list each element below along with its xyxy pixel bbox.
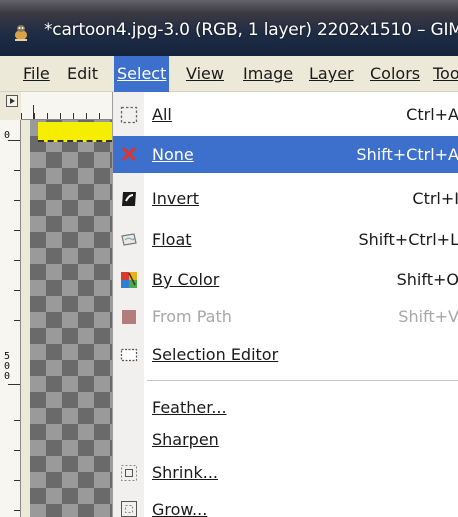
menu-file[interactable]: File	[20, 56, 53, 92]
ruler-tick	[34, 113, 35, 119]
menu-edit[interactable]: Edit	[64, 56, 101, 92]
menu-item-by-color[interactable]: By Color Shift+O	[113, 263, 458, 297]
menu-item-invert[interactable]: Invert Ctrl+I	[113, 182, 458, 216]
horizontal-ruler[interactable]	[21, 92, 112, 120]
ruler-tick	[14, 260, 20, 261]
menu-item-select-none[interactable]: None Shift+Ctrl+A	[113, 136, 458, 173]
menu-item-shrink[interactable]: Shrink...	[113, 456, 458, 490]
ruler-origin-tick	[33, 105, 34, 119]
menu-view[interactable]: View	[183, 56, 227, 92]
ruler-tick	[99, 113, 100, 119]
ruler-tick	[8, 140, 20, 141]
select-all-icon	[119, 105, 139, 125]
ruler-tick	[47, 113, 48, 119]
menu-item-from-path[interactable]: From Path Shift+V	[113, 300, 458, 334]
ruler-tick	[14, 450, 20, 451]
menu-separator	[147, 380, 458, 381]
menu-item-select-all[interactable]: All Ctrl+A	[113, 99, 458, 131]
ruler-tick	[14, 420, 20, 421]
quick-mask-toggle-icon[interactable]	[6, 95, 18, 107]
menu-colors[interactable]: Colors	[367, 56, 423, 92]
menu-bar: File Edit Select View Image Layer Colors…	[0, 56, 458, 92]
window-title-bar[interactable]: *cartoon4.jpg-3.0 (RGB, 1 layer) 2202x15…	[0, 0, 458, 56]
grow-icon	[119, 499, 139, 517]
ruler-tick	[14, 230, 20, 231]
gimp-wilber-icon	[15, 25, 27, 41]
ruler-tick	[86, 113, 87, 119]
window-title: *cartoon4.jpg-3.0 (RGB, 1 layer) 2202x15…	[44, 20, 458, 40]
image-canvas-area: 0 5 0 0	[0, 92, 112, 517]
ruler-tick	[21, 113, 22, 119]
selection-editor-icon	[119, 345, 139, 365]
menu-image[interactable]: Image	[240, 56, 296, 92]
ruler-label-500: 5 0 0	[4, 351, 11, 382]
invert-selection-icon	[119, 189, 139, 209]
float-icon	[119, 230, 139, 250]
vertical-ruler[interactable]: 0 5 0 0	[0, 120, 21, 517]
menu-item-float[interactable]: Float Shift+Ctrl+L	[113, 223, 458, 257]
menu-item-sharpen[interactable]: Sharpen	[113, 424, 458, 456]
menu-layer[interactable]: Layer	[306, 56, 357, 92]
ruler-tick	[14, 200, 20, 201]
ruler-tick	[14, 510, 20, 511]
select-by-color-icon	[119, 270, 139, 290]
ruler-tick	[8, 384, 20, 385]
ruler-tick	[60, 113, 61, 119]
image-view-transparency-checkerboard[interactable]	[30, 120, 112, 517]
shrink-icon	[119, 463, 139, 483]
menu-item-grow[interactable]: Grow...	[113, 494, 458, 517]
menu-select[interactable]: Select	[114, 56, 170, 92]
menu-item-feather[interactable]: Feather...	[113, 392, 458, 424]
select-none-icon	[119, 144, 139, 164]
menu-item-selection-editor[interactable]: Selection Editor	[113, 338, 458, 372]
ruler-tick	[14, 170, 20, 171]
image-yellow-area	[38, 122, 112, 142]
from-path-icon	[119, 307, 139, 327]
ruler-tick	[14, 290, 20, 291]
ruler-tick	[73, 113, 74, 119]
select-dropdown-menu: All Ctrl+A None Shift+Ctrl+A Invert Ctrl…	[112, 92, 458, 517]
menu-tools[interactable]: Too	[430, 56, 458, 92]
ruler-tick	[14, 480, 20, 481]
ruler-tick	[14, 320, 20, 321]
